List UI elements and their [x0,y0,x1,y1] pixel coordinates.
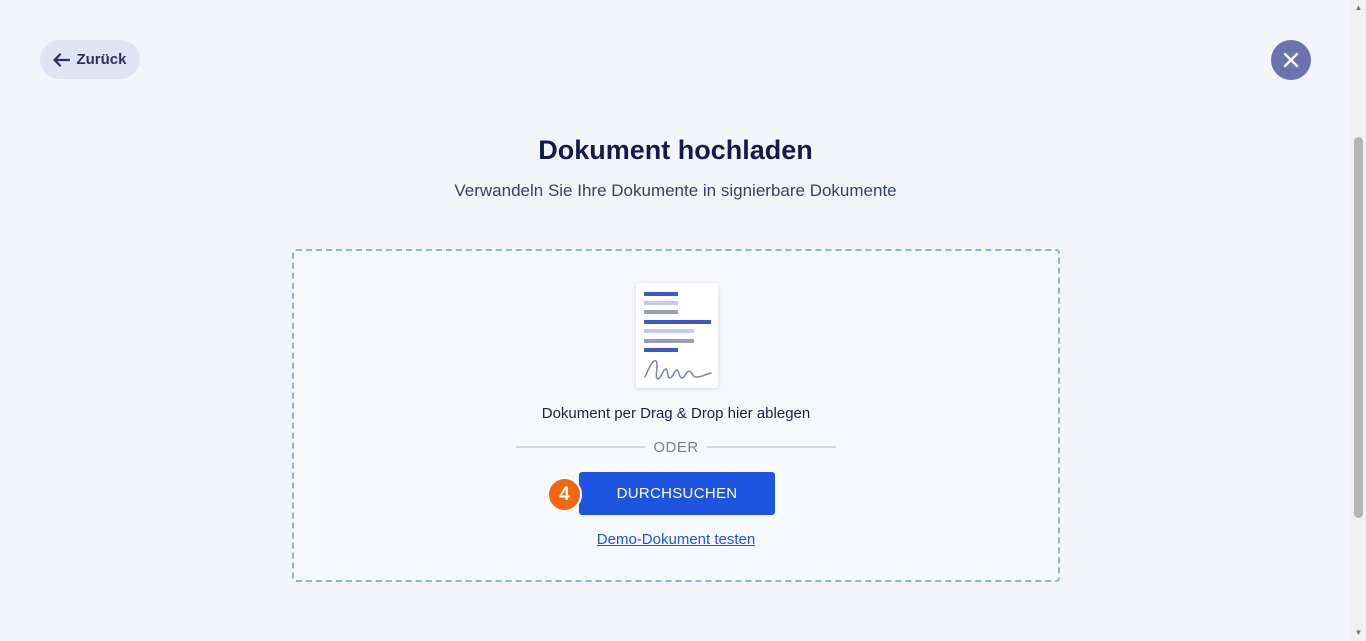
demo-document-link-container: Demo-Dokument testen [294,531,1058,548]
upload-dropzone[interactable]: Dokument per Drag & Drop hier ablegen OD… [292,249,1060,582]
drop-instruction: Dokument per Drag & Drop hier ablegen [541,405,811,422]
vertical-scrollbar[interactable]: ▲ ▼ [1351,0,1366,641]
back-button[interactable]: Zurück [40,40,140,79]
close-button[interactable] [1271,40,1311,80]
arrow-left-icon [53,52,71,67]
divider-line-left [516,446,646,448]
divider-line-right [706,446,836,448]
scroll-down-icon[interactable]: ▼ [1354,628,1363,637]
browse-button[interactable]: DURCHSUCHEN [579,472,775,515]
back-button-label: Zurück [76,51,127,68]
scroll-up-icon[interactable]: ▲ [1354,3,1363,12]
page-title: Dokument hochladen [538,135,813,165]
step-number-badge: 4 [547,477,582,512]
or-divider: ODER [516,437,836,457]
signed-document-icon [636,283,718,388]
scrollbar-thumb[interactable] [1354,137,1363,518]
close-icon [1283,52,1299,68]
page-subtitle: Verwandeln Sie Ihre Dokumente in signier… [454,181,897,200]
or-label: ODER [653,438,699,456]
demo-document-link[interactable]: Demo-Dokument testen [597,531,755,548]
